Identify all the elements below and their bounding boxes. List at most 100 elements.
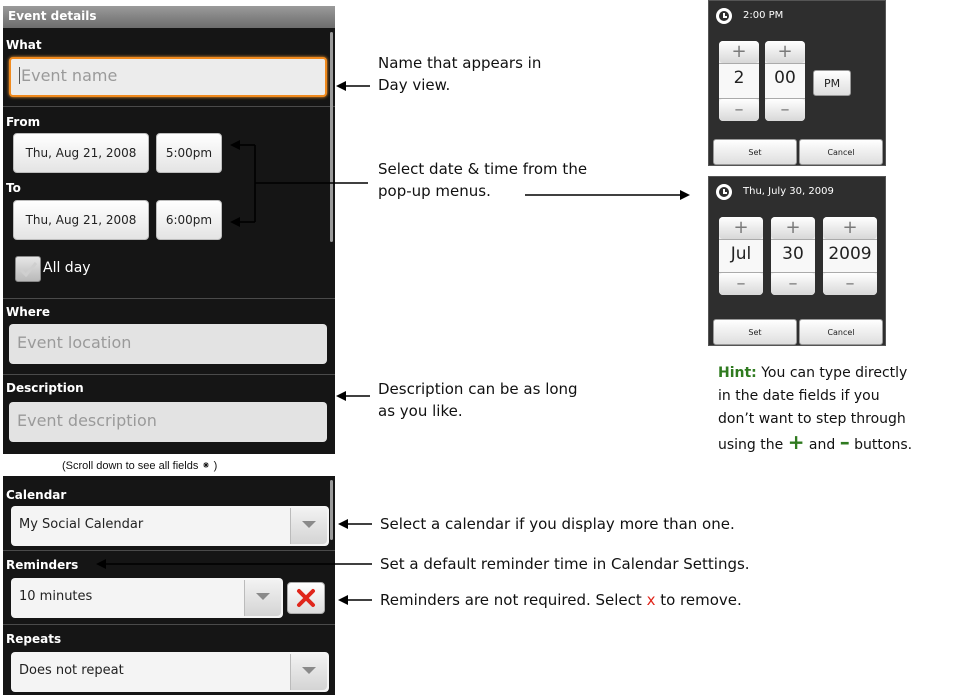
- hour-spinner[interactable]: + 2 –: [719, 41, 759, 121]
- annotation-text: Reminders are not required. Select: [380, 591, 647, 609]
- date-cancel-button[interactable]: Cancel: [799, 319, 883, 345]
- day-spinner[interactable]: + 30 –: [771, 217, 815, 295]
- annotation-line: Select date & time from the: [378, 160, 588, 178]
- what-label: What: [6, 38, 42, 52]
- repeats-dropdown[interactable]: Does not repeat: [11, 652, 329, 692]
- reminder-annotation: Set a default reminder time in Calendar …: [380, 555, 750, 573]
- month-decrement-button[interactable]: –: [719, 273, 763, 295]
- day-increment-button[interactable]: +: [771, 217, 815, 239]
- annotation-line: don’t want to step through: [718, 411, 906, 427]
- annotation-text: to remove.: [655, 591, 742, 609]
- date-set-button[interactable]: Set: [713, 319, 797, 345]
- panel-title: Event details: [8, 9, 97, 23]
- location-input[interactable]: Event location: [9, 324, 327, 364]
- remove-reminder-button[interactable]: [287, 582, 325, 614]
- dropdown-arrow-icon: [290, 508, 327, 544]
- checkmark-icon: [19, 262, 38, 278]
- time-picker-title: 2:00 PM: [709, 1, 885, 31]
- select-annotation: Select date & time from the pop-up menus…: [378, 158, 587, 202]
- annotation-line: as you like.: [378, 402, 463, 420]
- time-set-button[interactable]: Set: [713, 139, 797, 165]
- annotation-line: Hint: You can type directly: [718, 362, 912, 385]
- description-input[interactable]: Event description: [9, 402, 327, 442]
- event-name-input[interactable]: Event name: [9, 57, 327, 97]
- description-annotation: Description can be as long as you like.: [378, 378, 578, 422]
- reminders-dropdown[interactable]: 10 minutes: [11, 578, 283, 618]
- hint-label: Hint:: [718, 365, 757, 381]
- text-caret: [19, 67, 20, 84]
- calendar-annotation: Select a calendar if you display more th…: [380, 515, 735, 533]
- divider: [3, 106, 335, 107]
- month-spinner[interactable]: + Jul –: [719, 217, 763, 295]
- clock-icon: [716, 8, 732, 24]
- minute-decrement-button[interactable]: –: [765, 99, 805, 121]
- date-picker-title-text: Thu, July 30, 2009: [743, 186, 834, 197]
- minute-value[interactable]: 00: [765, 63, 805, 99]
- from-date-button[interactable]: Thu, Aug 21, 2008: [13, 133, 149, 173]
- annotation-line: Description can be as long: [378, 380, 578, 398]
- calendar-value: My Social Calendar: [19, 517, 144, 532]
- all-day-checkbox[interactable]: [15, 256, 41, 282]
- to-label: To: [6, 181, 21, 195]
- dropdown-arrow-icon: [290, 654, 327, 690]
- time-picker-dialog: 2:00 PM + 2 – + 00 – PM Set Cancel: [708, 0, 886, 166]
- year-increment-button[interactable]: +: [823, 217, 877, 239]
- hint-text: You can type directly: [756, 365, 908, 381]
- from-time-button[interactable]: 5:00pm: [156, 133, 222, 173]
- divider: [3, 624, 335, 625]
- year-decrement-button[interactable]: –: [823, 273, 877, 295]
- year-value[interactable]: 2009: [823, 239, 877, 273]
- calendar-label: Calendar: [6, 488, 67, 502]
- hour-value[interactable]: 2: [719, 63, 759, 99]
- scrollbar[interactable]: [330, 32, 333, 242]
- repeats-value: Does not repeat: [19, 663, 124, 678]
- hour-decrement-button[interactable]: –: [719, 99, 759, 121]
- minus-glyph: –: [839, 430, 850, 454]
- month-value[interactable]: Jul: [719, 239, 763, 273]
- scrollbar[interactable]: [330, 480, 333, 540]
- annotation-line: in the date fields if you: [718, 388, 880, 404]
- day-decrement-button[interactable]: –: [771, 273, 815, 295]
- event-details-panel: Event details What Event name From Thu, …: [3, 6, 335, 454]
- time-picker-title-text: 2:00 PM: [743, 10, 784, 21]
- minute-spinner[interactable]: + 00 –: [765, 41, 805, 121]
- scroll-caption: (Scroll down to see all fields ⁕ ): [62, 460, 218, 472]
- plus-glyph: +: [787, 430, 805, 454]
- time-cancel-button[interactable]: Cancel: [799, 139, 883, 165]
- repeats-label: Repeats: [6, 632, 62, 646]
- day-value[interactable]: 30: [771, 239, 815, 273]
- from-label: From: [6, 115, 41, 129]
- hint-text: and: [804, 437, 840, 453]
- annotation-line: using the + and – buttons.: [718, 431, 912, 457]
- clock-icon: [716, 184, 732, 200]
- close-icon: [297, 589, 315, 607]
- to-time-button[interactable]: 6:00pm: [156, 200, 222, 240]
- year-spinner[interactable]: + 2009 –: [823, 217, 877, 295]
- divider: [3, 374, 335, 375]
- reminders-label: Reminders: [6, 558, 79, 572]
- ampm-toggle-button[interactable]: PM: [813, 70, 851, 96]
- event-name-placeholder: Event name: [21, 66, 118, 85]
- hour-increment-button[interactable]: +: [719, 41, 759, 63]
- hint-text: using the: [718, 437, 788, 453]
- divider: [3, 550, 335, 551]
- date-picker-dialog: Thu, July 30, 2009 + Jul – + 30 – + 2009…: [708, 176, 886, 346]
- all-day-label: All day: [43, 260, 91, 276]
- annotation-line: pop-up menus.: [378, 182, 491, 200]
- annotation-line: Day view.: [378, 76, 451, 94]
- hint-text: buttons.: [849, 437, 913, 453]
- to-date-button[interactable]: Thu, Aug 21, 2008: [13, 200, 149, 240]
- dropdown-arrow-icon: [244, 580, 281, 616]
- hint-annotation: Hint: You can type directly in the date …: [718, 362, 912, 457]
- date-picker-title: Thu, July 30, 2009: [709, 177, 885, 207]
- minute-increment-button[interactable]: +: [765, 41, 805, 63]
- reminders-value: 10 minutes: [19, 589, 93, 604]
- calendar-dropdown[interactable]: My Social Calendar: [11, 506, 329, 546]
- annotation-line: Name that appears in: [378, 54, 542, 72]
- description-label: Description: [6, 381, 84, 395]
- arrow-right-icon: [680, 190, 690, 200]
- where-label: Where: [6, 305, 50, 319]
- divider: [3, 298, 335, 299]
- remove-annotation: Reminders are not required. Select x to …: [380, 589, 742, 611]
- month-increment-button[interactable]: +: [719, 217, 763, 239]
